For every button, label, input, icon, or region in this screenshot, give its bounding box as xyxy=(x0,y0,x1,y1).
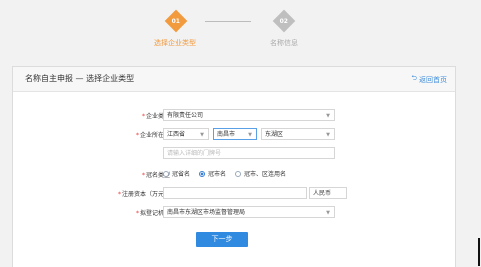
required-marker: * xyxy=(141,113,145,120)
back-home-link[interactable]: ⮌ 返回首页 xyxy=(411,74,447,85)
radio-city-district-name[interactable]: 冠市、区连用名 xyxy=(235,169,286,178)
district-value: 东湖区 xyxy=(265,131,284,138)
chevron-down-icon: ▼ xyxy=(200,132,204,138)
city-value: 南昌市 xyxy=(217,131,236,138)
stepper: 01 02 选择企业类型 名称信息 xyxy=(0,0,481,56)
chevron-down-icon: ▼ xyxy=(326,132,330,138)
chevron-down-icon: ▼ xyxy=(326,210,330,216)
radio-province-name[interactable]: 冠省名 xyxy=(163,169,190,178)
capital-input[interactable] xyxy=(163,187,307,199)
back-arrow-icon: ⮌ xyxy=(411,74,417,82)
row-capital: *注册资本（万元） 人民币 xyxy=(13,187,455,201)
radio-circle xyxy=(235,170,242,177)
chevron-down-icon: ▼ xyxy=(326,113,330,119)
row-address: 请输入详细的门牌号 xyxy=(13,147,455,161)
city-select[interactable]: 南昌市 ▼ xyxy=(213,128,257,140)
capital-currency-unit: 人民币 xyxy=(309,187,347,199)
address-input[interactable]: 请输入详细的门牌号 xyxy=(163,147,335,159)
naming-type-radio-group: 冠省名 冠市名 冠市、区连用名 xyxy=(163,169,286,178)
back-home-label: 返回首页 xyxy=(419,75,447,84)
enterprise-type-value: 有限责任公司 xyxy=(167,112,204,119)
radio-circle xyxy=(163,170,169,177)
enterprise-type-select[interactable]: 有限责任公司 ▼ xyxy=(163,109,335,121)
step-connector xyxy=(205,21,251,22)
step-2-indicator: 02 xyxy=(272,9,296,33)
text-cursor xyxy=(478,238,480,266)
row-enterprise-type: *企业类型 有限责任公司 ▼ xyxy=(13,109,455,123)
radio-city-name[interactable]: 冠市名 xyxy=(199,169,226,178)
province-select[interactable]: 江西省 ▼ xyxy=(163,128,209,140)
next-step-button[interactable]: 下一步 xyxy=(196,232,248,247)
card-header: 名称自主申报 — 选择企业类型 ⮌ 返回首页 xyxy=(13,67,455,92)
step-1-label: 选择企业类型 xyxy=(154,39,196,47)
row-naming-type: *冠名类型 冠省名 冠市名 冠市、区连用名 xyxy=(13,168,455,182)
row-registration-authority: *拟登记机关 南昌市东湖区市场监督管理局 ▼ xyxy=(13,206,455,220)
registration-authority-value: 南昌市东湖区市场监督管理局 xyxy=(167,209,246,216)
step-1-indicator: 01 xyxy=(164,9,188,33)
registration-authority-select[interactable]: 南昌市东湖区市场监督管理局 ▼ xyxy=(163,206,335,218)
step-1-number: 01 xyxy=(171,17,181,25)
address-placeholder: 请输入详细的门牌号 xyxy=(167,150,222,157)
province-value: 江西省 xyxy=(167,131,186,138)
step-2-label: 名称信息 xyxy=(270,39,298,47)
district-select[interactable]: 东湖区 ▼ xyxy=(261,128,335,140)
required-marker: * xyxy=(117,191,121,198)
step-2-number: 02 xyxy=(279,17,289,25)
chevron-down-icon: ▼ xyxy=(248,132,252,138)
row-location: *企业所在地 江西省 ▼ 南昌市 ▼ 东湖区 ▼ xyxy=(13,128,455,142)
required-marker: * xyxy=(135,210,139,217)
page-title: 名称自主申报 — 选择企业类型 xyxy=(25,74,135,83)
radio-circle-selected xyxy=(199,170,206,177)
required-marker: * xyxy=(141,172,145,179)
required-marker: * xyxy=(135,132,139,139)
